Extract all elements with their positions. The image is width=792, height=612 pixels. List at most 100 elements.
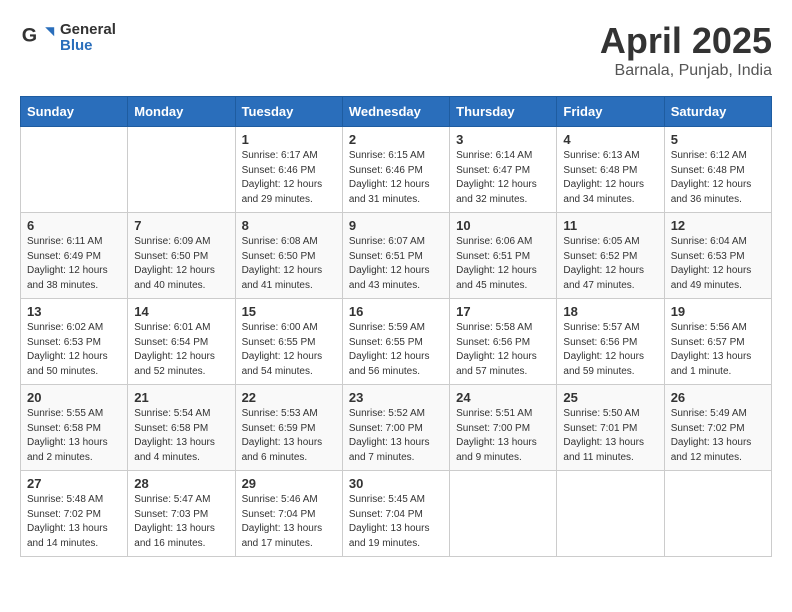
day-info: Sunrise: 6:07 AM Sunset: 6:51 PM Dayligh… bbox=[349, 235, 443, 293]
day-number: 14 bbox=[134, 304, 228, 319]
calendar-cell: 7 Sunrise: 6:09 AM Sunset: 6:50 PM Daylig… bbox=[128, 213, 235, 299]
calendar-cell bbox=[664, 471, 771, 557]
calendar-cell: 8 Sunrise: 6:08 AM Sunset: 6:50 PM Daylig… bbox=[235, 213, 342, 299]
calendar-cell bbox=[21, 127, 128, 213]
calendar-cell: 18Sunrise: 5:57 AM Sunset: 6:56 PM Dayli… bbox=[557, 299, 664, 385]
day-info: Sunrise: 5:56 AM Sunset: 6:57 PM Dayligh… bbox=[671, 321, 765, 379]
day-info: Sunrise: 5:51 AM Sunset: 7:00 PM Dayligh… bbox=[456, 407, 550, 465]
title-section: April 2025 Barnala, Punjab, India bbox=[600, 20, 772, 80]
logo-blue-text: Blue bbox=[60, 38, 116, 55]
day-info: Sunrise: 6:04 AM Sunset: 6:53 PM Dayligh… bbox=[671, 235, 765, 293]
day-number: 6 bbox=[27, 218, 121, 233]
logo-general-text: General bbox=[60, 22, 116, 39]
calendar-cell: 1Sunrise: 6:17 AM Sunset: 6:46 PM Daylig… bbox=[235, 127, 342, 213]
calendar-cell: 3Sunrise: 6:14 AM Sunset: 6:47 PM Daylig… bbox=[450, 127, 557, 213]
calendar-cell: 20Sunrise: 5:55 AM Sunset: 6:58 PM Dayli… bbox=[21, 385, 128, 471]
day-number: 26 bbox=[671, 390, 765, 405]
calendar-cell: 24 Sunrise: 5:51 AM Sunset: 7:00 PM Dayli… bbox=[450, 385, 557, 471]
calendar-cell: 12 Sunrise: 6:04 AM Sunset: 6:53 PM Dayli… bbox=[664, 213, 771, 299]
day-number: 25 bbox=[563, 390, 657, 405]
calendar-cell: 25 Sunrise: 5:50 AM Sunset: 7:01 PM Dayli… bbox=[557, 385, 664, 471]
calendar-cell: 27Sunrise: 5:48 AM Sunset: 7:02 PM Dayli… bbox=[21, 471, 128, 557]
day-info: Sunrise: 6:02 AM Sunset: 6:53 PM Dayligh… bbox=[27, 321, 121, 379]
day-info: Sunrise: 5:45 AM Sunset: 7:04 PM Dayligh… bbox=[349, 493, 443, 551]
calendar-cell: 5 Sunrise: 6:12 AM Sunset: 6:48 PM Daylig… bbox=[664, 127, 771, 213]
day-number: 12 bbox=[671, 218, 765, 233]
page-header: G General Blue April 2025 Barnala, Punja… bbox=[20, 20, 772, 80]
calendar-cell: 28 Sunrise: 5:47 AM Sunset: 7:03 PM Dayli… bbox=[128, 471, 235, 557]
calendar-week-row: 6Sunrise: 6:11 AM Sunset: 6:49 PM Daylig… bbox=[21, 213, 772, 299]
calendar-cell: 26 Sunrise: 5:49 AM Sunset: 7:02 PM Dayli… bbox=[664, 385, 771, 471]
day-number: 13 bbox=[27, 304, 121, 319]
calendar-cell: 21 Sunrise: 5:54 AM Sunset: 6:58 PM Dayli… bbox=[128, 385, 235, 471]
day-number: 30 bbox=[349, 476, 443, 491]
day-info: Sunrise: 5:52 AM Sunset: 7:00 PM Dayligh… bbox=[349, 407, 443, 465]
day-info: Sunrise: 5:48 AM Sunset: 7:02 PM Dayligh… bbox=[27, 493, 121, 551]
day-number: 24 bbox=[456, 390, 550, 405]
day-info: Sunrise: 5:59 AM Sunset: 6:55 PM Dayligh… bbox=[349, 321, 443, 379]
day-number: 28 bbox=[134, 476, 228, 491]
logo-icon: G bbox=[20, 20, 56, 56]
day-info: Sunrise: 5:55 AM Sunset: 6:58 PM Dayligh… bbox=[27, 407, 121, 465]
day-info: Sunrise: 6:12 AM Sunset: 6:48 PM Dayligh… bbox=[671, 149, 765, 207]
day-info: Sunrise: 6:13 AM Sunset: 6:48 PM Dayligh… bbox=[563, 149, 657, 207]
calendar-cell: 30 Sunrise: 5:45 AM Sunset: 7:04 PM Dayli… bbox=[342, 471, 449, 557]
calendar-table: SundayMondayTuesdayWednesdayThursdayFrid… bbox=[20, 96, 772, 557]
day-info: Sunrise: 6:14 AM Sunset: 6:47 PM Dayligh… bbox=[456, 149, 550, 207]
weekday-header-monday: Monday bbox=[128, 97, 235, 127]
day-info: Sunrise: 5:50 AM Sunset: 7:01 PM Dayligh… bbox=[563, 407, 657, 465]
day-info: Sunrise: 6:01 AM Sunset: 6:54 PM Dayligh… bbox=[134, 321, 228, 379]
calendar-cell bbox=[128, 127, 235, 213]
calendar-week-row: 27Sunrise: 5:48 AM Sunset: 7:02 PM Dayli… bbox=[21, 471, 772, 557]
day-info: Sunrise: 6:08 AM Sunset: 6:50 PM Dayligh… bbox=[242, 235, 336, 293]
day-number: 5 bbox=[671, 132, 765, 147]
day-info: Sunrise: 6:05 AM Sunset: 6:52 PM Dayligh… bbox=[563, 235, 657, 293]
day-info: Sunrise: 5:49 AM Sunset: 7:02 PM Dayligh… bbox=[671, 407, 765, 465]
logo: G General Blue bbox=[20, 20, 116, 56]
weekday-header-sunday: Sunday bbox=[21, 97, 128, 127]
day-info: Sunrise: 5:47 AM Sunset: 7:03 PM Dayligh… bbox=[134, 493, 228, 551]
calendar-cell: 4 Sunrise: 6:13 AM Sunset: 6:48 PM Daylig… bbox=[557, 127, 664, 213]
day-info: Sunrise: 6:15 AM Sunset: 6:46 PM Dayligh… bbox=[349, 149, 443, 207]
day-number: 10 bbox=[456, 218, 550, 233]
month-title: April 2025 bbox=[600, 20, 772, 62]
calendar-cell: 29Sunrise: 5:46 AM Sunset: 7:04 PM Dayli… bbox=[235, 471, 342, 557]
calendar-cell: 9Sunrise: 6:07 AM Sunset: 6:51 PM Daylig… bbox=[342, 213, 449, 299]
day-info: Sunrise: 5:53 AM Sunset: 6:59 PM Dayligh… bbox=[242, 407, 336, 465]
day-number: 15 bbox=[242, 304, 336, 319]
calendar-cell bbox=[450, 471, 557, 557]
calendar-cell: 16 Sunrise: 5:59 AM Sunset: 6:55 PM Dayli… bbox=[342, 299, 449, 385]
calendar-cell: 11 Sunrise: 6:05 AM Sunset: 6:52 PM Dayli… bbox=[557, 213, 664, 299]
day-number: 7 bbox=[134, 218, 228, 233]
calendar-week-row: 20Sunrise: 5:55 AM Sunset: 6:58 PM Dayli… bbox=[21, 385, 772, 471]
weekday-header-tuesday: Tuesday bbox=[235, 97, 342, 127]
day-number: 22 bbox=[242, 390, 336, 405]
svg-text:G: G bbox=[22, 25, 37, 47]
weekday-header-wednesday: Wednesday bbox=[342, 97, 449, 127]
day-info: Sunrise: 5:54 AM Sunset: 6:58 PM Dayligh… bbox=[134, 407, 228, 465]
day-info: Sunrise: 6:00 AM Sunset: 6:55 PM Dayligh… bbox=[242, 321, 336, 379]
day-number: 11 bbox=[563, 218, 657, 233]
calendar-cell: 6Sunrise: 6:11 AM Sunset: 6:49 PM Daylig… bbox=[21, 213, 128, 299]
location-subtitle: Barnala, Punjab, India bbox=[600, 62, 772, 80]
calendar-cell: 23 Sunrise: 5:52 AM Sunset: 7:00 PM Dayli… bbox=[342, 385, 449, 471]
day-number: 18 bbox=[563, 304, 657, 319]
calendar-cell bbox=[557, 471, 664, 557]
day-number: 8 bbox=[242, 218, 336, 233]
calendar-week-row: 1Sunrise: 6:17 AM Sunset: 6:46 PM Daylig… bbox=[21, 127, 772, 213]
day-info: Sunrise: 5:58 AM Sunset: 6:56 PM Dayligh… bbox=[456, 321, 550, 379]
day-number: 16 bbox=[349, 304, 443, 319]
calendar-cell: 19Sunrise: 5:56 AM Sunset: 6:57 PM Dayli… bbox=[664, 299, 771, 385]
calendar-cell: 13 Sunrise: 6:02 AM Sunset: 6:53 PM Dayli… bbox=[21, 299, 128, 385]
calendar-cell: 15 Sunrise: 6:00 AM Sunset: 6:55 PM Dayli… bbox=[235, 299, 342, 385]
day-info: Sunrise: 6:06 AM Sunset: 6:51 PM Dayligh… bbox=[456, 235, 550, 293]
weekday-header-thursday: Thursday bbox=[450, 97, 557, 127]
day-number: 4 bbox=[563, 132, 657, 147]
weekday-header-friday: Friday bbox=[557, 97, 664, 127]
day-info: Sunrise: 5:46 AM Sunset: 7:04 PM Dayligh… bbox=[242, 493, 336, 551]
day-info: Sunrise: 6:09 AM Sunset: 6:50 PM Dayligh… bbox=[134, 235, 228, 293]
day-number: 23 bbox=[349, 390, 443, 405]
day-number: 17 bbox=[456, 304, 550, 319]
day-number: 21 bbox=[134, 390, 228, 405]
weekday-header-row: SundayMondayTuesdayWednesdayThursdayFrid… bbox=[21, 97, 772, 127]
